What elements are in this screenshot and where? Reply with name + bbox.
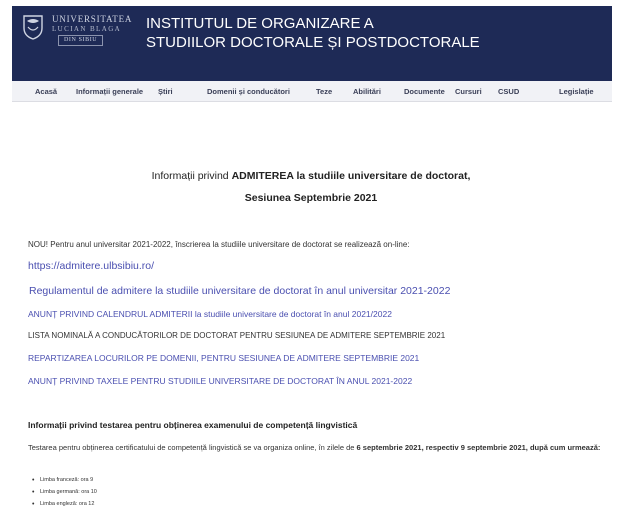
nav-item-legislatie[interactable]: Legislație xyxy=(559,87,594,96)
site-title-line2: STUDIILOR DOCTORALE ȘI POSTDOCTORALE xyxy=(146,34,480,51)
logo-line3: DIN SIBIU xyxy=(58,35,104,46)
nav-item-csud[interactable]: CSUD xyxy=(498,87,519,96)
site-header: UNIVERSITATEA LUCIAN BLAGA DIN SIBIU INS… xyxy=(12,6,612,81)
university-logo[interactable]: UNIVERSITATEA LUCIAN BLAGA DIN SIBIU xyxy=(22,14,132,46)
list-item: Limba franceză: ora 9 xyxy=(32,476,97,485)
nav-item-documente[interactable]: Documente xyxy=(404,87,445,96)
language-test-heading: Informații privind testarea pentru obțin… xyxy=(28,420,358,430)
supervisors-list-text: LISTA NOMINALĂ A CONDUCĂTORILOR DE DOCTO… xyxy=(28,331,446,340)
page-heading-prefix: Informații privind xyxy=(151,170,232,182)
nav-item-cursuri[interactable]: Cursuri xyxy=(455,87,482,96)
regulation-link[interactable]: Regulamentul de admitere la studiile uni… xyxy=(29,285,450,297)
list-item: Limba germană: ora 10 xyxy=(32,488,97,497)
crest-icon xyxy=(22,14,44,40)
nav-item-abilitari[interactable]: Abilitări xyxy=(353,87,381,96)
main-nav: Acasă Informații generale Știri Domenii … xyxy=(12,81,612,102)
site-title-line1: INSTITUTUL DE ORGANIZARE A xyxy=(146,15,374,32)
page-heading: Informații privind ADMITEREA la studiile… xyxy=(0,170,622,182)
nav-item-teze[interactable]: Teze xyxy=(316,87,332,96)
page-subheading: Sesiunea Septembrie 2021 xyxy=(244,192,378,204)
tuition-fees-link[interactable]: ANUNȚ PRIVIND TAXELE PENTRU STUDIILE UNI… xyxy=(28,376,412,386)
page-heading-bold: ADMITEREA la studiile universitare de do… xyxy=(231,170,471,182)
logo-line2: LUCIAN BLAGA xyxy=(52,25,122,33)
language-test-text: Testarea pentru obținerea certificatului… xyxy=(28,443,357,452)
nav-item-informatii-generale[interactable]: Informații generale xyxy=(76,87,143,96)
nav-item-acasa[interactable]: Acasă xyxy=(35,87,57,96)
online-registration-notice: NOU! Pentru anul universitar 2021-2022, … xyxy=(28,240,410,249)
admission-calendar-link[interactable]: ANUNȚ PRIVIND CALENDRUL ADMITERII la stu… xyxy=(28,309,392,319)
places-allocation-link[interactable]: REPARTIZAREA LOCURILOR PE DOMENII, PENTR… xyxy=(28,353,419,363)
logo-line1: UNIVERSITATEA xyxy=(52,14,133,24)
nav-item-domenii[interactable]: Domenii și conducători xyxy=(207,87,290,96)
language-test-dates: 6 septembrie 2021, respectiv 9 septembri… xyxy=(356,443,601,452)
language-test-paragraph: Testarea pentru obținerea certificatului… xyxy=(28,442,613,453)
admission-portal-link[interactable]: https://admitere.ulbsibiu.ro/ xyxy=(28,260,154,272)
list-item: Limba engleză: ora 12 xyxy=(32,500,97,509)
language-test-schedule: Limba franceză: ora 9 Limba germană: ora… xyxy=(32,476,97,512)
nav-item-stiri[interactable]: Știri xyxy=(158,87,173,96)
site-title: INSTITUTUL DE ORGANIZARE A STUDIILOR DOC… xyxy=(146,14,480,52)
